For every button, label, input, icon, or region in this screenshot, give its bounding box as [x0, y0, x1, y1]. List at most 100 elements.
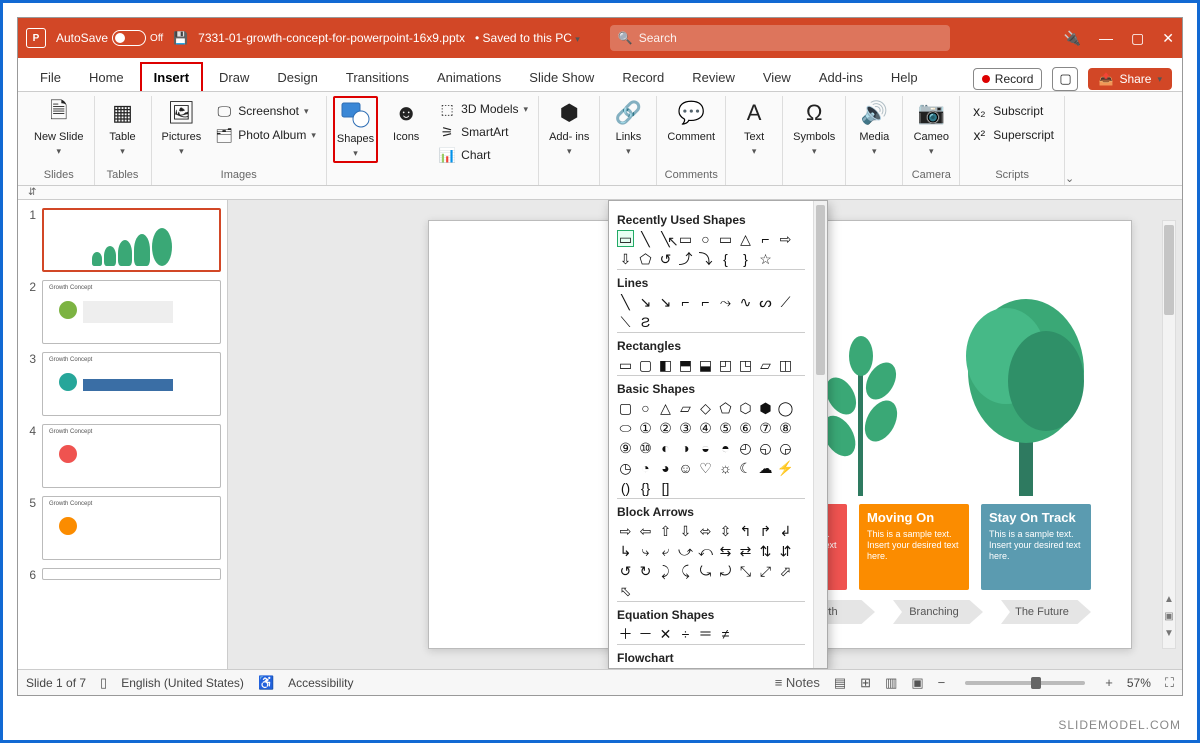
shapes-dropdown-panel[interactable]: Recently Used Shapes▭╲╲▭○▭△⌐⇨⇩⬠↺⤴⤵{}☆Lin… [608, 200, 828, 669]
phase-card-4[interactable]: Moving OnThis is a sample text. Insert y… [859, 504, 969, 590]
shape-option[interactable]: ↳ [617, 542, 634, 559]
shape-option[interactable]: ⤴ [677, 250, 694, 267]
shape-option[interactable]: ⬒ [677, 356, 694, 373]
shape-option[interactable]: ⤺ [697, 542, 714, 559]
shape-option[interactable]: ◴ [737, 439, 754, 456]
arrow-future[interactable]: The Future [1001, 600, 1091, 624]
shape-option[interactable]: ⬭ [617, 419, 634, 436]
symbols-button[interactable]: ΩSymbols▾ [789, 96, 839, 159]
thumbnail-4[interactable]: Growth Concept [42, 424, 221, 488]
shape-option[interactable]: ⇅ [757, 542, 774, 559]
shape-option[interactable]: ＝ [697, 625, 714, 642]
icons-button[interactable]: ☻ Icons [384, 96, 428, 145]
slide-nav-footer[interactable]: ▲▣▼ [1162, 594, 1176, 639]
search-box[interactable]: 🔍 Search [610, 25, 950, 51]
shape-option[interactable]: ⌐ [677, 293, 694, 310]
links-button[interactable]: 🔗Links▾ [606, 96, 650, 159]
shape-option[interactable]: ↱ [757, 522, 774, 539]
shape-option[interactable]: ▢ [617, 399, 634, 416]
ribbon-overflow-button[interactable]: ⇵ [28, 187, 36, 198]
shape-option[interactable]: ⇩ [677, 522, 694, 539]
shape-option[interactable]: ⇧ [657, 522, 674, 539]
shapes-panel-scrollbar[interactable] [813, 201, 827, 668]
tab-design[interactable]: Design [265, 64, 329, 91]
zoom-level[interactable]: 57% [1127, 676, 1151, 690]
shape-option[interactable]: ⤸ [657, 562, 674, 579]
accessibility-status[interactable]: Accessibility [288, 676, 353, 690]
shape-option[interactable]: ÷ [677, 625, 694, 642]
shape-option[interactable]: ⤾ [717, 562, 734, 579]
thumbnail-2[interactable]: Growth Concept [42, 280, 221, 344]
tab-animations[interactable]: Animations [425, 64, 513, 91]
share-button[interactable]: 📤Share▾ [1088, 68, 1172, 90]
present-button[interactable]: ▢ [1052, 67, 1078, 91]
shape-option[interactable]: ◓ [717, 439, 734, 456]
shape-option[interactable]: ⑦ [757, 419, 774, 436]
shape-option[interactable]: ☾ [737, 459, 754, 476]
filename[interactable]: 7331-01-growth-concept-for-powerpoint-16… [198, 31, 465, 45]
addins-button[interactable]: ⬢Add- ins▾ [545, 96, 593, 159]
thumbnail-1[interactable] [42, 208, 221, 272]
3d-models-button[interactable]: ⬚3D Models ▾ [434, 98, 532, 120]
shape-option[interactable]: ◕ [657, 459, 674, 476]
shapes-button[interactable]: Shapes▾ [333, 96, 378, 163]
shape-option[interactable]: () [617, 479, 634, 496]
shape-option[interactable]: ↺ [657, 250, 674, 267]
shape-option[interactable]: ✕ [657, 625, 674, 642]
shape-option[interactable]: ◐ [657, 439, 674, 456]
shape-option[interactable]: ⑤ [717, 419, 734, 436]
shape-option[interactable]: ≠ [717, 625, 734, 642]
shape-option[interactable]: } [737, 250, 754, 267]
shape-option[interactable]: ⇆ [717, 542, 734, 559]
shape-option[interactable]: △ [657, 399, 674, 416]
shape-option[interactable]: ① [637, 419, 654, 436]
photo-album-button[interactable]: 🗂Photo Album ▾ [211, 124, 320, 146]
shape-option[interactable]: ◇ [697, 399, 714, 416]
shape-option[interactable]: ▭ [617, 230, 634, 247]
shape-option[interactable]: ⇳ [717, 522, 734, 539]
tab-insert[interactable]: Insert [140, 62, 203, 91]
thumbnail-3[interactable]: Growth Concept [42, 352, 221, 416]
thumbnail-panel[interactable]: 1 2 Growth Concept 3 [18, 200, 228, 669]
slide-canvas[interactable]: Third PhaseThis is a sample text. Insert… [228, 200, 1182, 669]
tab-record[interactable]: Record [610, 64, 676, 91]
shape-option[interactable]: ④ [697, 419, 714, 436]
shape-option[interactable]: ⤿ [697, 562, 714, 579]
table-button[interactable]: ▦ Table▾ [101, 96, 145, 159]
shape-option[interactable]: ↰ [737, 522, 754, 539]
thumbnail-6[interactable] [42, 568, 221, 580]
view-normal-button[interactable]: ▤ [834, 675, 846, 691]
chart-button[interactable]: 📊Chart [434, 144, 532, 166]
shape-option[interactable]: ○ [637, 399, 654, 416]
tab-draw[interactable]: Draw [207, 64, 261, 91]
shape-option[interactable]: ◶ [777, 439, 794, 456]
shape-option[interactable]: ◷ [617, 459, 634, 476]
shape-option[interactable]: ⬡ [737, 399, 754, 416]
shape-option[interactable]: ⬢ [757, 399, 774, 416]
shape-option[interactable]: ⬓ [697, 356, 714, 373]
shape-option[interactable]: ∿ [737, 293, 754, 310]
shape-option[interactable]: ⬠ [637, 250, 654, 267]
maximize-button[interactable]: ▢ [1131, 30, 1144, 47]
shape-option[interactable]: ② [657, 419, 674, 436]
fit-button[interactable]: ⛶ [1165, 675, 1174, 691]
shape-option[interactable]: ♡ [697, 459, 714, 476]
tab-transitions[interactable]: Transitions [334, 64, 421, 91]
shape-option[interactable]: ◳ [737, 356, 754, 373]
shape-option[interactable]: ＋ [617, 625, 634, 642]
shape-option[interactable]: ᔕ [757, 293, 774, 310]
shape-option[interactable]: [] [657, 479, 674, 496]
shape-option[interactable]: ◵ [757, 439, 774, 456]
shape-option[interactable]: ⬄ [697, 522, 714, 539]
view-reading-button[interactable]: ▥ [885, 675, 897, 691]
shape-option[interactable]: ↘ [637, 293, 654, 310]
shape-option[interactable]: ⤻ [677, 542, 694, 559]
thumbnail-5[interactable]: Growth Concept [42, 496, 221, 560]
vertical-scrollbar[interactable] [1162, 220, 1176, 649]
minimize-button[interactable]: — [1099, 30, 1113, 46]
shape-option[interactable]: ⇵ [777, 542, 794, 559]
comment-button[interactable]: 💬Comment [663, 96, 719, 145]
pin-icon[interactable]: 🔌 [1064, 30, 1081, 47]
view-sorter-button[interactable]: ⊞ [860, 675, 871, 691]
autosave-toggle[interactable]: AutoSave Off [56, 30, 163, 46]
